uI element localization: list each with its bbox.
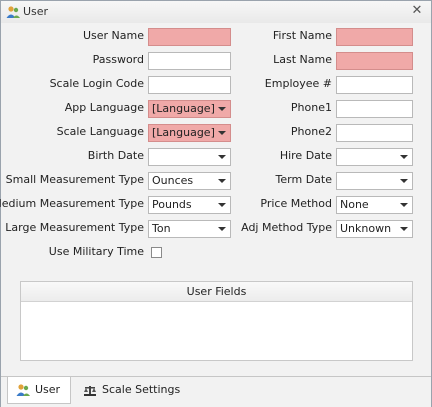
chevron-down-icon[interactable]: [400, 179, 408, 183]
chevron-down-icon[interactable]: [218, 131, 226, 135]
last-name-label: Last Name: [273, 53, 332, 66]
small-measurement-type-select[interactable]: Ounces: [148, 172, 231, 190]
users-icon: [6, 6, 20, 18]
large-measurement-type-label: Large Measurement Type: [5, 221, 144, 234]
password-input[interactable]: [148, 52, 231, 70]
medium-measurement-type-select[interactable]: Pounds: [148, 196, 231, 214]
user-name-label: User Name: [82, 29, 144, 42]
first-name-input[interactable]: [336, 28, 413, 46]
adj-method-type-select[interactable]: Unknown: [336, 220, 413, 238]
user-name-input[interactable]: [148, 28, 231, 46]
close-icon[interactable]: ✕: [409, 3, 425, 19]
term-date-label: Term Date: [275, 173, 332, 186]
last-name-input[interactable]: [336, 52, 413, 70]
scale-login-code-label: Scale Login Code: [49, 77, 144, 90]
chevron-down-icon[interactable]: [218, 227, 226, 231]
chevron-down-icon[interactable]: [218, 107, 226, 111]
large-measurement-type-select[interactable]: Ton: [148, 220, 231, 238]
tab-bar: User Scale Settings: [1, 376, 431, 407]
user-fields-header: User Fields: [21, 282, 412, 302]
birth-date-label: Birth Date: [87, 149, 144, 162]
title-bar: User ✕: [1, 1, 431, 24]
use-military-time-label: Use Military Time: [48, 245, 144, 258]
tab-scale-settings[interactable]: Scale Settings: [75, 377, 185, 403]
user-dialog: User ✕ User Name Password Scale Login Co…: [0, 0, 432, 407]
medium-measurement-type-label: Medium Measurement Type: [0, 197, 144, 210]
chevron-down-icon[interactable]: [218, 155, 226, 159]
chevron-down-icon[interactable]: [400, 203, 408, 207]
app-language-label: App Language: [64, 101, 144, 114]
app-language-select[interactable]: [Language]: [148, 100, 231, 118]
scale-login-code-input[interactable]: [148, 76, 231, 94]
hire-date-picker[interactable]: [336, 148, 413, 166]
phone2-input[interactable]: [336, 124, 413, 142]
hire-date-label: Hire Date: [279, 149, 332, 162]
price-method-select[interactable]: None: [336, 196, 413, 214]
scale-language-label: Scale Language: [56, 125, 144, 138]
birth-date-picker[interactable]: [148, 148, 231, 166]
phone2-label: Phone2: [290, 125, 332, 138]
users-icon: [16, 384, 30, 396]
chevron-down-icon[interactable]: [218, 203, 226, 207]
small-measurement-type-label: Small Measurement Type: [5, 173, 144, 186]
chevron-down-icon[interactable]: [218, 179, 226, 183]
user-fields-group: User Fields: [20, 281, 413, 361]
use-military-time-checkbox[interactable]: [151, 247, 162, 258]
tab-scale-settings-label: Scale Settings: [102, 383, 181, 396]
adj-method-type-label: Adj Method Type: [241, 221, 332, 234]
employee-number-input[interactable]: [336, 76, 413, 94]
phone1-label: Phone1: [290, 101, 332, 114]
scale-icon: [84, 386, 96, 396]
window-title: User: [23, 5, 49, 18]
first-name-label: First Name: [272, 29, 332, 42]
chevron-down-icon[interactable]: [400, 155, 408, 159]
price-method-label: Price Method: [260, 197, 332, 210]
tab-user[interactable]: User: [7, 377, 71, 404]
password-label: Password: [92, 53, 144, 66]
term-date-picker[interactable]: [336, 172, 413, 190]
phone1-input[interactable]: [336, 100, 413, 118]
chevron-down-icon[interactable]: [400, 227, 408, 231]
scale-language-select[interactable]: [Language]: [148, 124, 231, 142]
tab-user-label: User: [35, 383, 61, 396]
employee-number-label: Employee #: [264, 77, 332, 90]
